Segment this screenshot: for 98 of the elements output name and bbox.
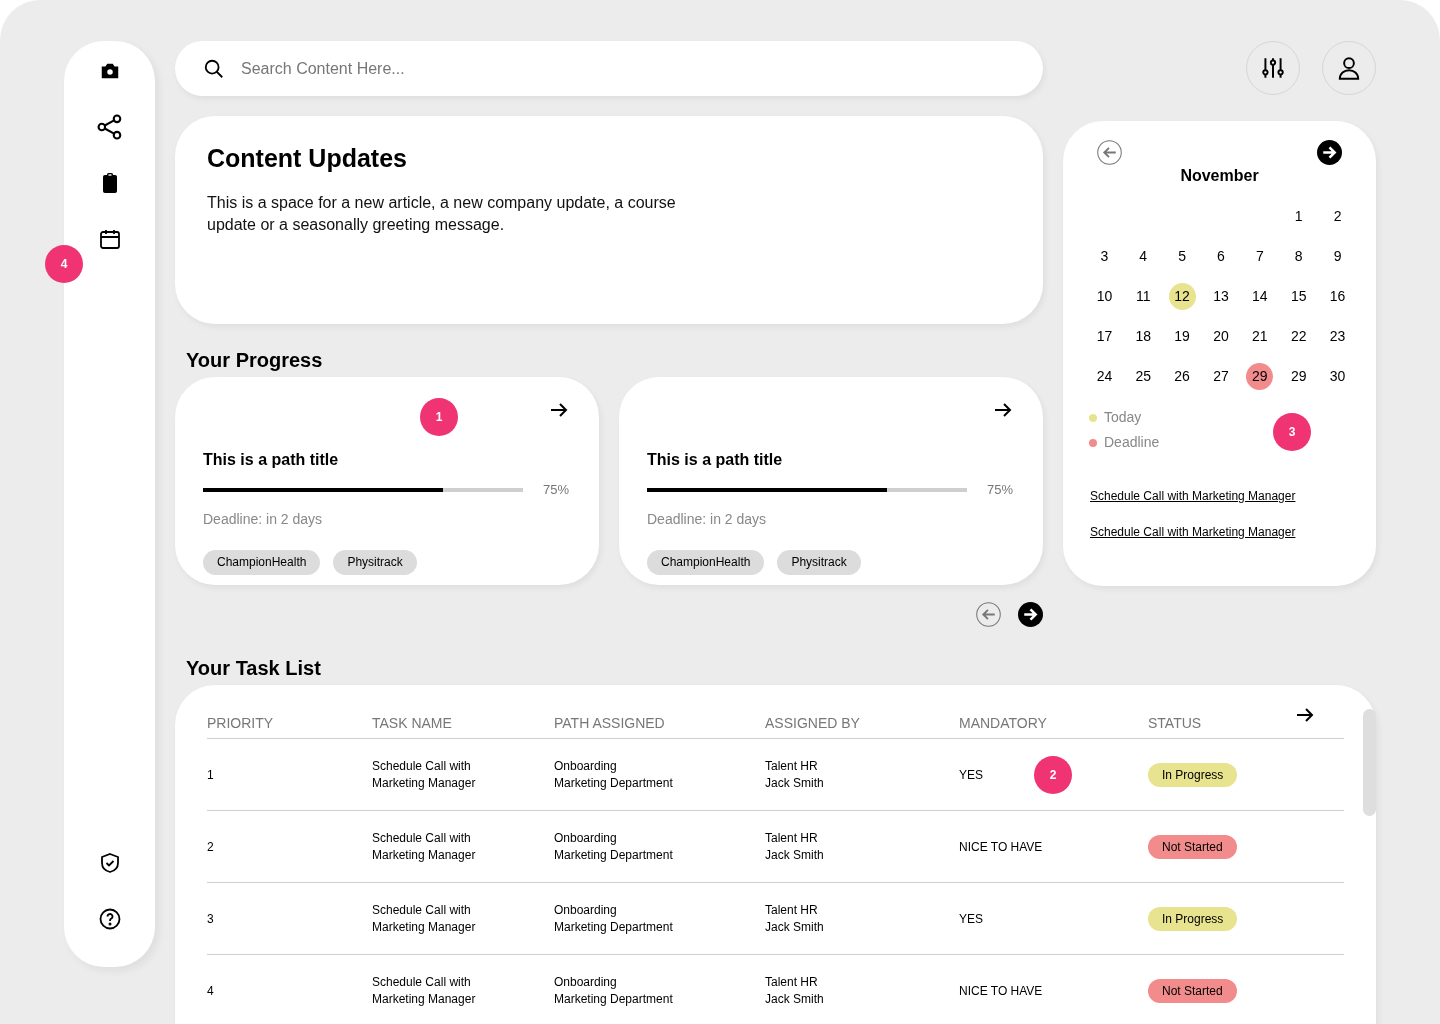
legend-label: Deadline [1104, 433, 1160, 452]
table-cell-text: NICE TO HAVE [959, 982, 1043, 1000]
event-link[interactable]: Schedule Call with Marketing Manager [1090, 487, 1296, 505]
table-cell-text: Onboarding Marketing Department [554, 757, 674, 792]
path-title: This is a path title [203, 450, 340, 470]
table-cell-text: 1 [207, 766, 215, 784]
next-button[interactable] [1018, 602, 1043, 627]
annotation-marker: 4 [45, 245, 83, 283]
next-button[interactable] [1317, 140, 1342, 165]
table-cell-text: Schedule Call with Marketing Manager [372, 901, 477, 936]
status-badge: Not Started [1148, 979, 1237, 1003]
calendar-day[interactable]: 14 [1246, 282, 1274, 310]
arrow-right-icon[interactable] [550, 403, 568, 417]
calendar-day[interactable]: 1 [1285, 202, 1313, 230]
section-title: Your Task List [186, 656, 322, 675]
status-badge: In Progress [1148, 907, 1238, 931]
calendar-day[interactable]: 23 [1324, 322, 1352, 350]
previous-button[interactable] [976, 602, 1001, 627]
calendar-day[interactable]: 13 [1207, 282, 1235, 310]
calendar-day[interactable]: 15 [1285, 282, 1313, 310]
table-cell-text: 3 [207, 910, 215, 928]
month-title: November [1179, 166, 1260, 186]
calendar-day[interactable]: 6 [1207, 242, 1235, 270]
table-cell-text: YES [959, 910, 983, 928]
table-cell-text: Onboarding Marketing Department [554, 901, 674, 936]
status-badge: In Progress [1148, 763, 1238, 787]
tag-chip[interactable]: Physitrack [333, 549, 417, 575]
table-cell-text: Schedule Call with Marketing Manager [372, 829, 477, 864]
search-input[interactable]: Search Content Here... [241, 56, 1015, 81]
table-cell-text: Schedule Call with Marketing Manager [372, 757, 477, 792]
table-cell-text: Onboarding Marketing Department [554, 829, 674, 864]
card-title: Content Updates [207, 143, 408, 174]
progress-percent: 75% [543, 481, 570, 499]
calendar-day[interactable]: 11 [1129, 282, 1157, 310]
calendar-day[interactable]: 22 [1285, 322, 1313, 350]
tag-chip[interactable]: ChampionHealth [203, 549, 321, 575]
table-cell-text: 4 [207, 982, 215, 1000]
sliders-icon[interactable] [1260, 55, 1286, 81]
tag-chip[interactable]: Physitrack [777, 549, 861, 575]
column-header: ASSIGNED BY [765, 714, 860, 733]
calendar-day[interactable]: 29 [1285, 362, 1313, 390]
calendar-day[interactable]: 24 [1090, 362, 1118, 390]
table-cell-text: NICE TO HAVE [959, 838, 1043, 856]
calendar-day[interactable]: 26 [1168, 362, 1196, 390]
share-icon[interactable] [95, 113, 124, 141]
table-cell-text: Schedule Call with Marketing Manager [372, 973, 477, 1008]
deadline-text: Deadline: in 2 days [203, 509, 324, 529]
column-header: STATUS [1148, 714, 1202, 733]
tag-chip[interactable]: ChampionHealth [647, 549, 765, 575]
annotation-marker: 1 [420, 398, 458, 436]
calendar-day[interactable]: 4 [1129, 242, 1157, 270]
annotation-marker: 3 [1273, 413, 1311, 451]
calendar-day[interactable]: 9 [1324, 242, 1352, 270]
calendar-day[interactable]: 19 [1168, 322, 1196, 350]
table-cell-text: YES [959, 766, 983, 784]
calendar-day[interactable]: 10 [1090, 282, 1118, 310]
calendar-day[interactable]: 30 [1324, 362, 1352, 390]
search-field[interactable]: Search Content Here... [175, 41, 1043, 96]
status-badge: Not Started [1148, 835, 1237, 859]
calendar-day[interactable]: 17 [1090, 322, 1118, 350]
table-cell-text: Talent HR Jack Smith [765, 829, 825, 864]
column-header: TASK NAME [372, 714, 452, 733]
calendar-day[interactable]: 21 [1246, 322, 1274, 350]
scrollbar-thumb[interactable] [1363, 709, 1376, 816]
calendar-day[interactable]: 20 [1207, 322, 1235, 350]
card-text: This is a space for a new article, a new company update, a course update or a seasonally greeting message. [207, 192, 677, 235]
previous-button[interactable] [1097, 140, 1122, 165]
deadline-text: Deadline: in 2 days [647, 509, 768, 529]
calendar-day[interactable]: 18 [1129, 322, 1157, 350]
column-header: PATH ASSIGNED [554, 714, 665, 733]
table-cell-text: Talent HR Jack Smith [765, 757, 825, 792]
calendar-day[interactable]: 27 [1207, 362, 1235, 390]
calendar-day[interactable]: 3 [1090, 242, 1118, 270]
progress-percent: 75% [987, 481, 1014, 499]
user-icon[interactable] [1336, 55, 1362, 81]
legend-label: Today [1104, 408, 1142, 427]
event-link[interactable]: Schedule Call with Marketing Manager [1090, 523, 1296, 541]
calendar-icon[interactable] [97, 227, 122, 251]
table-cell-text: Talent HR Jack Smith [765, 901, 825, 936]
calendar-day[interactable]: 29 [1246, 362, 1274, 390]
table-cell-text: Onboarding Marketing Department [554, 973, 674, 1008]
path-title: This is a path title [647, 450, 784, 470]
arrow-right-icon[interactable] [994, 403, 1012, 417]
calendar-day[interactable]: 2 [1324, 202, 1352, 230]
calendar-day[interactable]: 16 [1324, 282, 1352, 310]
calendar-day[interactable]: 25 [1129, 362, 1157, 390]
column-header: PRIORITY [207, 714, 274, 733]
column-header: MANDATORY [959, 714, 1047, 733]
annotation-marker: 2 [1034, 756, 1072, 794]
search-icon [203, 57, 225, 80]
arrow-right-icon[interactable] [1296, 708, 1314, 722]
calendar-day[interactable]: 5 [1168, 242, 1196, 270]
help-icon[interactable] [97, 907, 122, 931]
table-cell-text: Talent HR Jack Smith [765, 973, 825, 1008]
calendar-day[interactable]: 8 [1285, 242, 1313, 270]
calendar-day[interactable]: 7 [1246, 242, 1274, 270]
calendar-day[interactable]: 12 [1168, 282, 1196, 310]
table-cell-text: 2 [207, 838, 215, 856]
